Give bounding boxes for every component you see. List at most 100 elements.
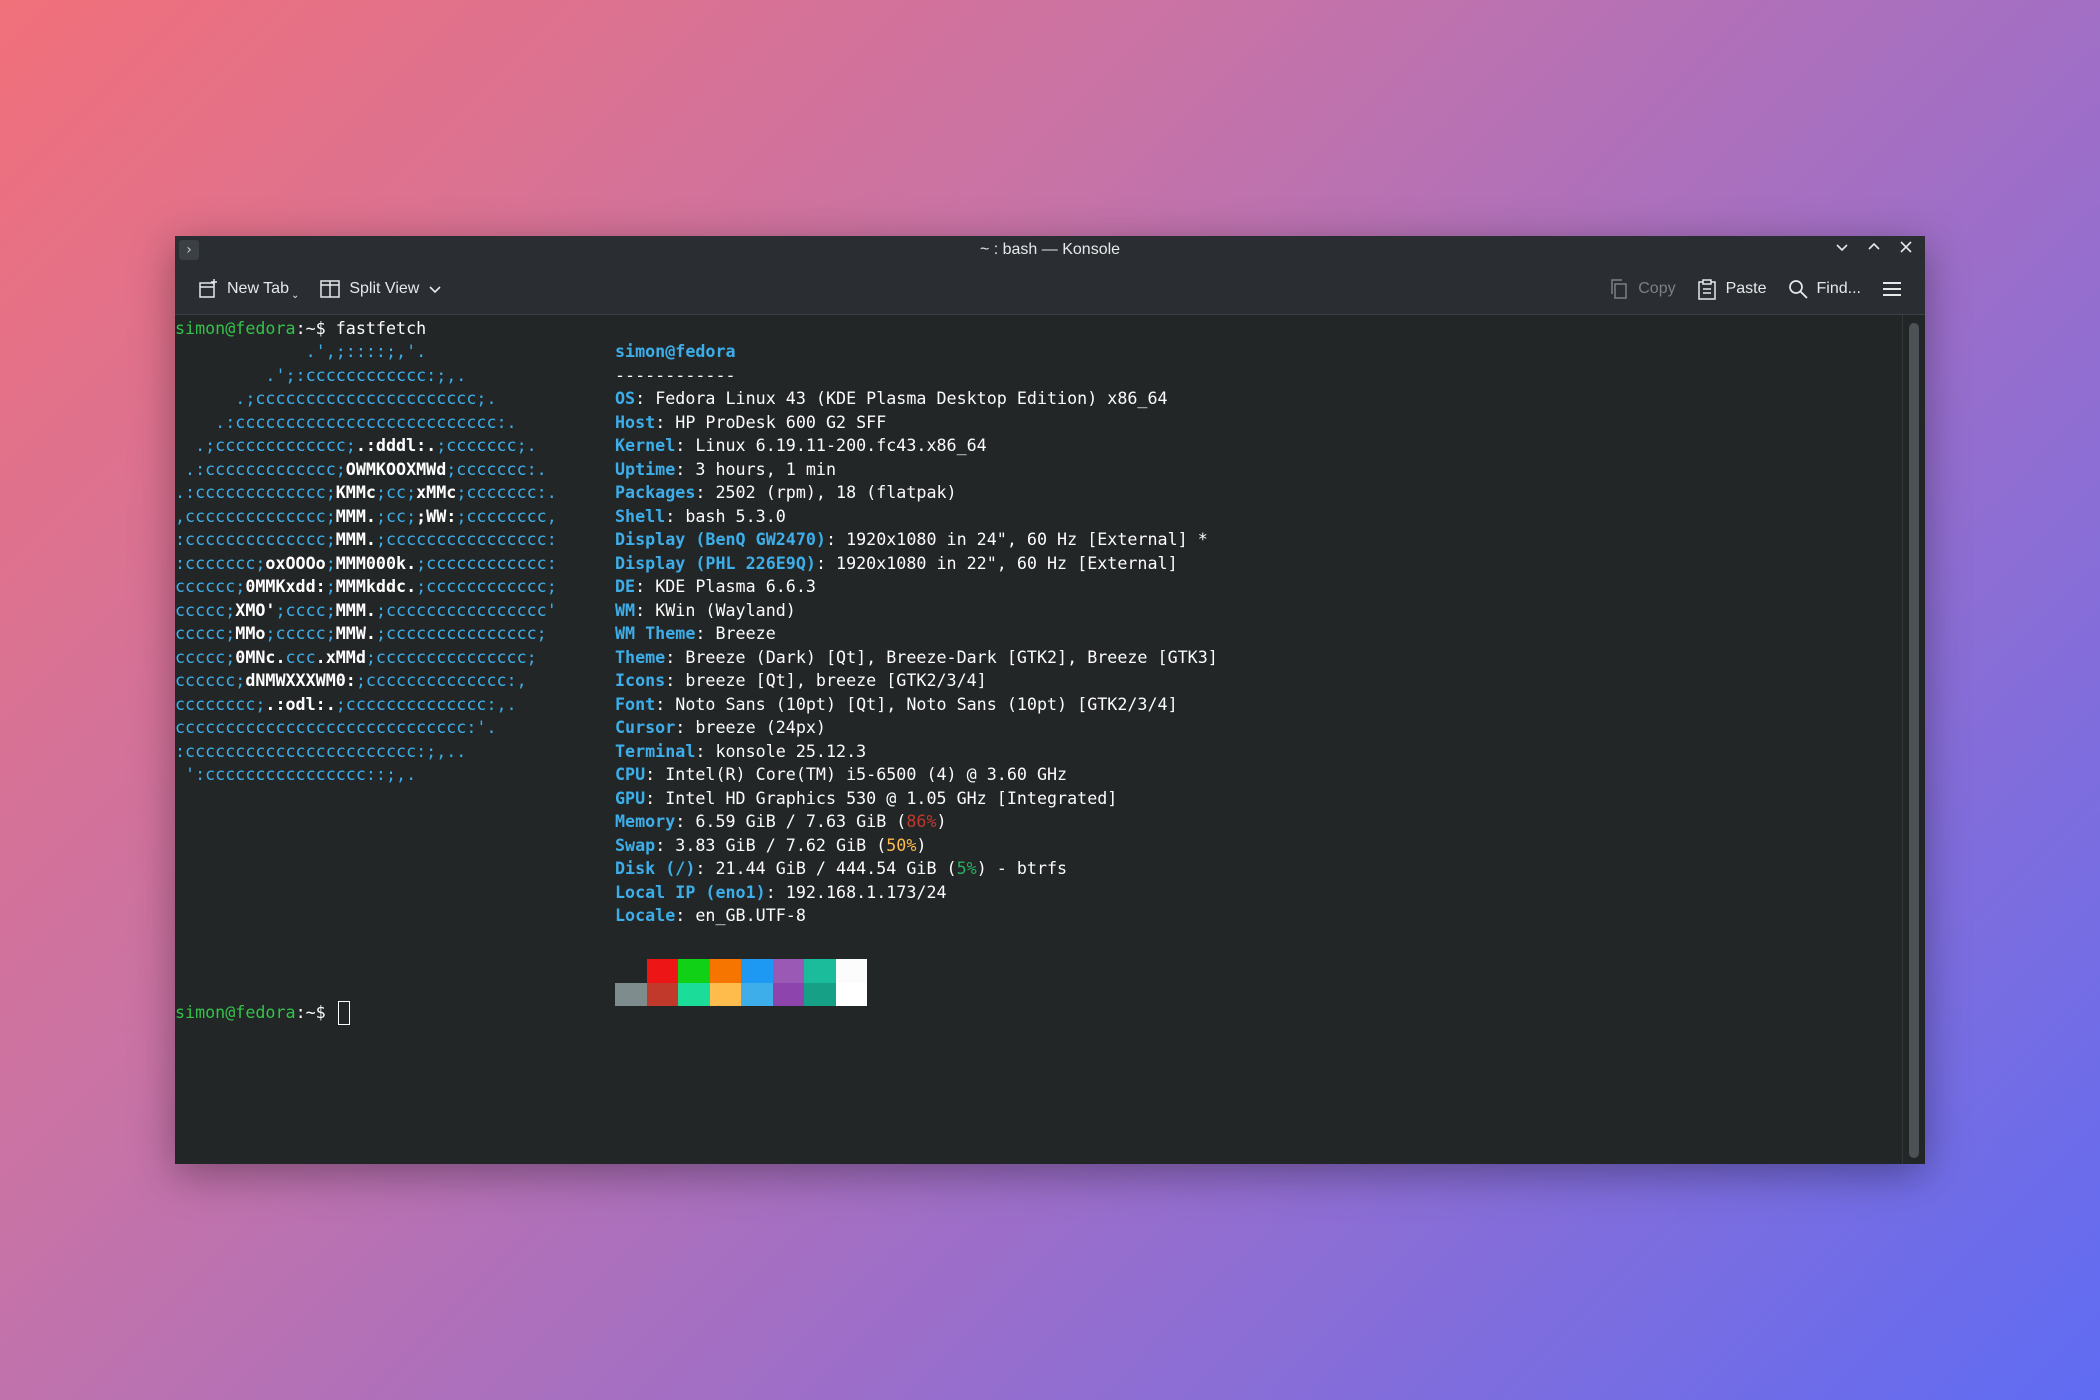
logo-segment: ;cccccccccccccccc': [375, 599, 557, 620]
logo-segment: ':cccccccccccccccc::;,.: [175, 764, 417, 784]
logo-line: cccccccc;.:odl:.;cccccccccccccc:,.: [175, 693, 517, 717]
info-row: Cursor: breeze (24px): [615, 716, 826, 740]
maximize-button[interactable]: [1863, 239, 1885, 261]
logo-segment: 0MNc.: [235, 646, 286, 667]
chevron-down-icon: [1836, 244, 1848, 252]
close-button[interactable]: [1895, 239, 1917, 261]
info-key: Local IP (eno1): [615, 881, 766, 902]
logo-segment: .:cccccccccccccccccccccccccc:.: [175, 411, 517, 432]
palette-swatch: [709, 982, 741, 1006]
info-row: WM Theme: Breeze: [615, 622, 776, 646]
hamburger-menu-icon: [1883, 282, 1901, 296]
logo-segment: cccccc;: [175, 670, 246, 690]
logo-line: cccccc;0MMKxdd:;MMMkddc.;cccccccccccc;: [175, 575, 557, 599]
info-separator: ------------: [615, 364, 736, 388]
info-colon: :: [655, 693, 676, 714]
info-key: GPU: [615, 787, 646, 808]
hamburger-menu-button[interactable]: [1871, 271, 1913, 307]
logo-segment: ;cc;: [375, 505, 417, 526]
logo-segment: cccccccc;: [175, 693, 266, 714]
scrollbar-thumb[interactable]: [1909, 323, 1919, 1158]
active-prompt-line[interactable]: simon@fedora:~$: [175, 1001, 350, 1025]
palette-swatch: [615, 982, 647, 1006]
logo-line: .';:cccccccccccc:;,.: [175, 364, 466, 388]
logo-segment: ;cccccccccccccc:,.: [335, 693, 517, 714]
scrollbar[interactable]: [1902, 315, 1925, 1164]
terminal-output[interactable]: simon@fedora:~$ fastfetch .',;::::;,'. .…: [175, 315, 1925, 1164]
info-row: Display (BenQ GW2470): 1920x1080 in 24",…: [615, 528, 1208, 552]
logo-segment: ;ccccccccccccccc;: [375, 623, 547, 643]
logo-segment: ;cccccccc,: [456, 505, 557, 526]
new-tab-icon: [199, 279, 217, 298]
info-key: DE: [615, 576, 636, 596]
logo-segment: .';:cccccccccccc:;,.: [175, 364, 467, 385]
logo-segment: ;ccccc;: [265, 623, 336, 643]
info-value: konsole 25.12.3: [715, 740, 867, 761]
logo-line: ccccc;XMO';cccc;MMM.;cccccccccccccccc': [175, 599, 557, 623]
paste-label: Paste: [1725, 280, 1767, 297]
title-bar[interactable]: › ~ : bash — Konsole: [175, 236, 1925, 264]
info-key: CPU: [615, 764, 646, 784]
info-value: 6.59 GiB / 7.63 GiB (: [695, 811, 907, 831]
info-row: Local IP (eno1): 192.168.1.173/24: [615, 881, 947, 905]
info-value: Linux 6.19.11-200.fc43.x86_64: [695, 435, 987, 455]
logo-segment: ;ccccccccccccccc;: [365, 646, 537, 667]
palette-swatch: [615, 959, 647, 983]
info-value: Intel(R) Core(TM) i5-6500 (4) @ 3.60 GHz: [665, 764, 1068, 784]
logo-segment: MMW.: [335, 623, 376, 643]
minimize-button[interactable]: [1831, 239, 1853, 261]
logo-segment: ;ccccccc;.: [436, 435, 537, 455]
logo-line: cccccc;dNMWXXXWM0:;cccccccccccccc:,: [175, 669, 527, 693]
copy-button[interactable]: Copy: [1598, 271, 1685, 307]
logo-segment: :ccccccc;: [175, 552, 266, 573]
logo-segment: .:ccccccccccccc;: [175, 482, 336, 502]
logo-segment: ;cccccccccccccc:,: [355, 670, 527, 690]
logo-segment: OWMKOOXMWd: [345, 458, 447, 479]
logo-line: .:cccccccccccccccccccccccccc:.: [175, 411, 517, 435]
info-key: WM: [615, 599, 636, 620]
info-row: Theme: Breeze (Dark) [Qt], Breeze-Dark […: [615, 646, 1218, 670]
info-row: Memory: 6.59 GiB / 7.63 GiB (86%): [615, 810, 947, 834]
info-header-text: simon@fedora: [615, 341, 736, 361]
info-row: GPU: Intel HD Graphics 530 @ 1.05 GHz [I…: [615, 787, 1117, 811]
info-value: HP ProDesk 600 G2 SFF: [675, 411, 887, 432]
palette-swatch: [678, 959, 710, 983]
info-value: 2502 (rpm), 18 (flatpak): [715, 482, 957, 502]
info-value: 3 hours, 1 min: [695, 458, 837, 479]
logo-line: .;cccccccccccccccccccccc;.: [175, 387, 496, 411]
close-icon: [1900, 241, 1912, 253]
logo-segment: ,cccccccccccccc;: [175, 505, 336, 526]
split-view-button[interactable]: Split View: [309, 271, 453, 307]
info-colon: :: [695, 858, 716, 878]
info-row: Display (PHL 226E9Q): 1920x1080 in 22", …: [615, 552, 1178, 576]
logo-segment: MMM.: [335, 599, 376, 620]
logo-segment: XMO': [235, 599, 276, 620]
logo-segment: MMM.: [335, 529, 376, 549]
logo-segment: ccccc;: [175, 623, 236, 643]
info-row: DE: KDE Plasma 6.6.3: [615, 575, 816, 599]
info-tail: ) - btrfs: [976, 858, 1068, 878]
info-key: Uptime: [615, 458, 676, 479]
info-value: Fedora Linux 43 (KDE Plasma Desktop Edit…: [655, 388, 1168, 408]
new-tab-button[interactable]: New Tab ⌄: [187, 271, 309, 307]
command-line: simon@fedora:~$ fastfetch: [175, 317, 426, 341]
logo-segment: .xMMd: [315, 646, 366, 667]
palette-swatch: [678, 982, 710, 1006]
info-colon: :: [675, 811, 696, 831]
info-colon: :: [665, 670, 686, 690]
find-button[interactable]: Find...: [1777, 271, 1871, 307]
paste-button[interactable]: Paste: [1686, 271, 1777, 307]
info-colon: :: [675, 458, 696, 479]
info-colon: :: [695, 740, 716, 761]
logo-line: ccccc;0MNc.ccc.xMMd;ccccccccccccccc;: [175, 646, 537, 670]
logo-segment: .;ccccccccccccc;: [175, 435, 356, 455]
info-row: Packages: 2502 (rpm), 18 (flatpak): [615, 481, 957, 505]
info-colon: :: [665, 646, 686, 667]
copy-icon: [1611, 279, 1627, 299]
logo-segment: MMM.: [335, 505, 376, 526]
info-row: Uptime: 3 hours, 1 min: [615, 458, 836, 482]
logo-segment: 0MMKxdd:: [245, 576, 326, 596]
chevron-up-icon: [1868, 242, 1880, 250]
prompt-path: :~$: [295, 318, 336, 338]
logo-line: :ccccccccccccccccccccccc:;,..: [175, 740, 466, 764]
